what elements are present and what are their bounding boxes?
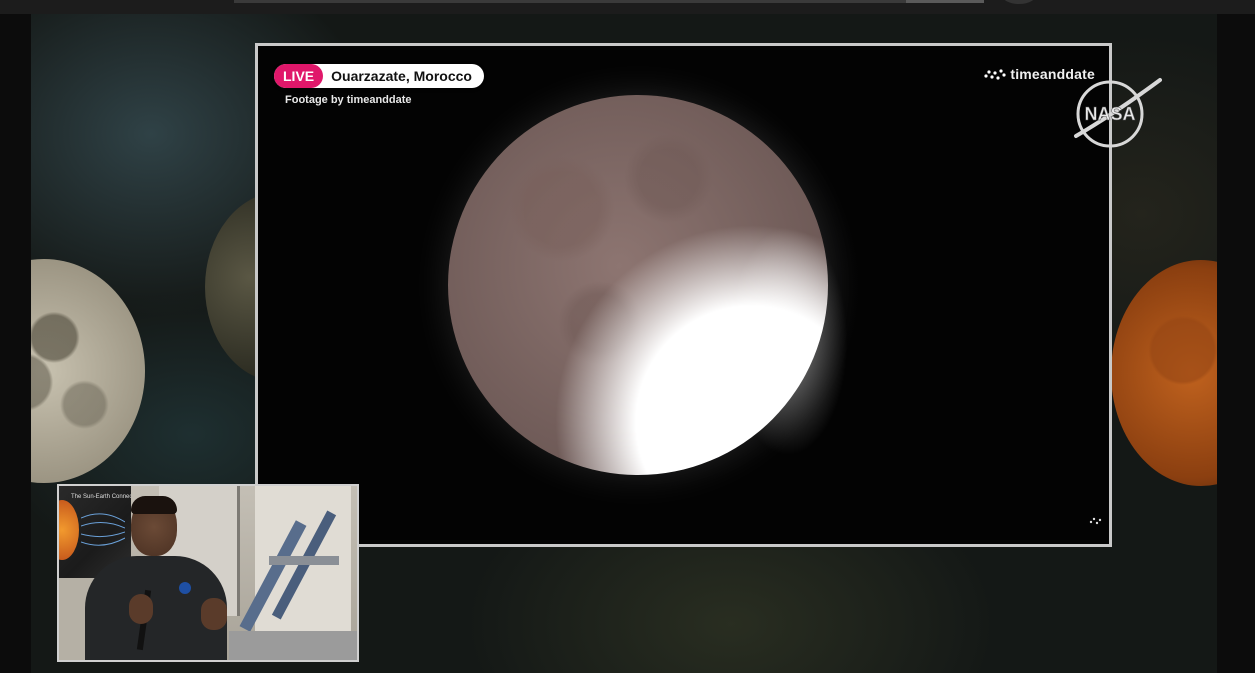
- presenter-hair: [131, 496, 177, 514]
- video-player[interactable]: LIVE Ouarzazate, Morocco Footage by time…: [31, 14, 1217, 673]
- presenter-hand-right: [201, 598, 227, 630]
- location-label: Ouarzazate, Morocco: [331, 68, 472, 84]
- live-location-pill: LIVE Ouarzazate, Morocco: [274, 64, 484, 88]
- nasa-shirt-badge-icon: [179, 582, 191, 594]
- background-full-moon-image: [31, 259, 145, 483]
- presenter-pip-video: The Sun-Earth Connection: [57, 484, 359, 662]
- timeanddate-small-icon: [1089, 517, 1102, 525]
- address-bar[interactable]: [234, 0, 906, 3]
- background-blood-moon-image: [1111, 260, 1217, 486]
- live-badge: LIVE: [274, 64, 324, 88]
- studio-table: [229, 631, 357, 660]
- nasa-logo-icon: NASA: [1074, 78, 1162, 148]
- presenter: [81, 496, 231, 660]
- footage-credit: Footage by timeanddate: [285, 94, 412, 106]
- timeanddate-dots-icon: [984, 69, 1006, 80]
- spacecraft-model-bar: [269, 556, 339, 565]
- sun-graphic: [59, 500, 79, 560]
- nasa-wordmark: NASA: [1084, 104, 1135, 124]
- presenter-hand-left: [129, 594, 153, 624]
- moon-glow: [728, 226, 848, 456]
- top-circle-button[interactable]: [1002, 0, 1036, 4]
- top-bar-button[interactable]: [906, 0, 984, 3]
- browser-top-strip: [0, 0, 1255, 14]
- main-video-feed: LIVE Ouarzazate, Morocco Footage by time…: [255, 43, 1112, 547]
